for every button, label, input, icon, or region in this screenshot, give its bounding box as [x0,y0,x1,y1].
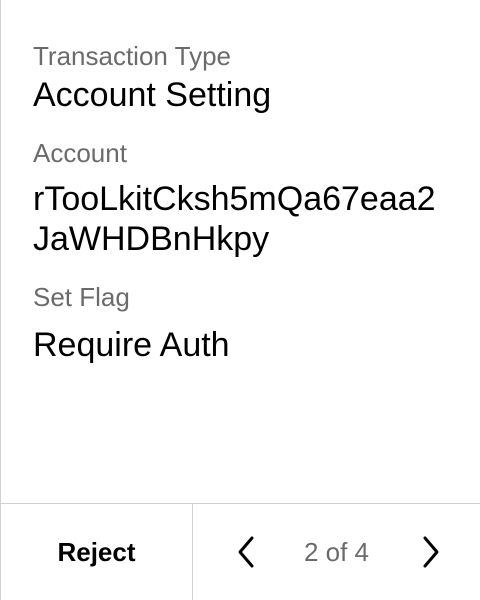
transaction-review-screen: Transaction Type Account Setting Account… [0,0,480,600]
chevron-right-icon [423,536,439,568]
pagination: 2 of 4 [193,504,480,600]
page-indicator: 2 of 4 [303,536,370,567]
account-field: Account rTooLkitCksh5mQa67eaa2JaWHDBnHkp… [33,137,460,259]
transaction-type-field: Transaction Type Account Setting [33,40,460,115]
chevron-left-icon [238,536,254,568]
account-label: Account [33,138,127,168]
set-flag-label: Set Flag [33,282,130,312]
reject-button[interactable]: Reject [1,504,193,600]
action-bar: Reject 2 of 4 [1,503,480,600]
transaction-type-value: Account Setting [33,76,272,114]
reject-button-label: Reject [57,536,136,567]
account-value: rTooLkitCksh5mQa67eaa2JaWHDBnHkpy [33,180,436,258]
next-page-button[interactable] [411,532,451,572]
set-flag-field: Set Flag Require Auth [33,281,460,365]
set-flag-value: Require Auth [33,326,230,364]
transaction-details: Transaction Type Account Setting Account… [33,40,460,365]
previous-page-button[interactable] [226,532,266,572]
transaction-type-label: Transaction Type [33,41,231,71]
